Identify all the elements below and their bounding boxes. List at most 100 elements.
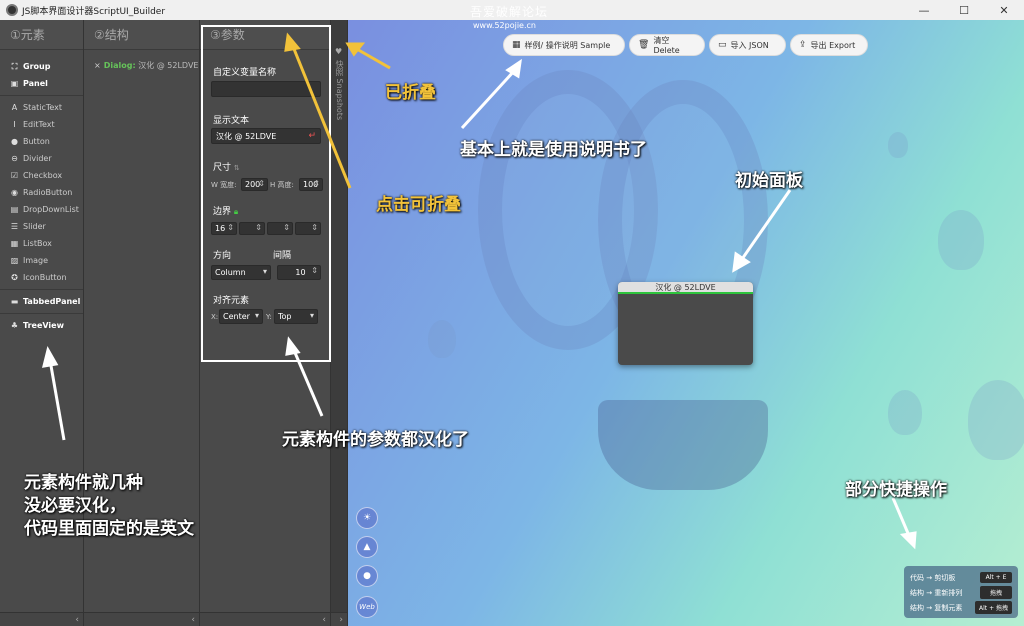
var-name-input[interactable] — [211, 81, 321, 97]
element-iconbutton[interactable]: ✪ IconButton — [0, 269, 83, 286]
chevron-right-icon[interactable]: › — [339, 615, 343, 625]
tutorial-button[interactable]: ▲ — [356, 536, 378, 558]
import-label: 导入 JSON — [730, 40, 769, 50]
shortcut-row: 代码 → 剪切板 Alt + E — [910, 570, 1012, 585]
annotation-manual: 基本上就是使用说明书了 — [460, 140, 647, 160]
snapshots-title[interactable]: 快照 Snapshots — [334, 60, 345, 120]
tree-item-name: 汉化 @ 52LDVE — [138, 61, 199, 70]
tree-item-kind: Dialog: — [103, 61, 136, 70]
element-panel[interactable]: ▣ Panel — [0, 75, 83, 92]
github-button[interactable]: ● — [356, 565, 378, 587]
border-bottom-input[interactable] — [267, 222, 293, 235]
divider — [0, 289, 83, 290]
shortcut-label: 结构 → 复制元素 — [910, 603, 963, 612]
params-pane-footer[interactable]: ‹ — [200, 612, 330, 626]
site-title: 吾爱破解论坛 — [470, 5, 549, 19]
listbox-icon: ▦ — [10, 239, 19, 248]
elements-pane-footer[interactable]: ‹ — [0, 612, 83, 626]
import-button[interactable]: ▭ 导入 JSON — [709, 34, 786, 56]
chevron-left-icon[interactable]: ‹ — [322, 615, 326, 625]
element-group[interactable]: ⛶ Group — [0, 58, 83, 75]
element-slider[interactable]: ☰ Slider — [0, 218, 83, 235]
element-label: RadioButton — [23, 188, 73, 197]
display-text-label: 显示文本 — [213, 116, 250, 126]
shortcut-key: 拖拽 — [980, 586, 1012, 599]
element-statictext[interactable]: A StaticText — [0, 99, 83, 116]
delete-label: 清空 Delete — [653, 36, 680, 55]
enter-icon: ↵ — [308, 131, 316, 141]
border-left-input[interactable] — [295, 222, 321, 235]
direction-select[interactable]: Column — [211, 265, 271, 280]
maximize-button[interactable]: ☐ — [944, 0, 984, 20]
element-tabbedpanel[interactable]: ▬ TabbedPanel — [0, 293, 83, 310]
group-icon: ⛶ — [11, 61, 18, 71]
spacing-input[interactable]: 10 — [277, 265, 321, 280]
radio-icon: ◉ — [11, 188, 18, 197]
border-right-input[interactable] — [239, 222, 265, 235]
annotation-shortcuts: 部分快捷操作 — [845, 480, 947, 500]
iconbutton-icon: ✪ — [11, 273, 18, 282]
divider-icon: ⊖ — [11, 154, 18, 163]
element-label: StaticText — [23, 103, 63, 112]
height-input[interactable]: 100 — [299, 178, 323, 191]
shortcut-label: 代码 → 剪切板 — [910, 573, 956, 582]
dialog-preview[interactable]: 汉化 @ 52LDVE — [618, 282, 753, 365]
element-image[interactable]: ▨ Image — [0, 252, 83, 269]
element-edittext[interactable]: I EditText — [0, 116, 83, 133]
element-label: DropDownList — [23, 205, 79, 214]
element-dropdownlist[interactable]: ▤ DropDownList — [0, 201, 83, 218]
shortcuts-panel: 代码 → 剪切板 Alt + E 结构 → 重新排列 拖拽 结构 → 复制元素 Alt… — [904, 566, 1018, 618]
border-label: 边界 🔒︎ — [213, 207, 239, 217]
element-listbox[interactable]: ▦ ListBox — [0, 235, 83, 252]
display-text-value: 汉化 @ 52LDVE — [216, 131, 277, 141]
element-label: Divider — [23, 154, 52, 163]
background-balloon — [968, 380, 1024, 460]
align-y-select[interactable]: Top — [274, 309, 318, 324]
lock-icon: 🔒︎ — [233, 207, 239, 216]
export-button[interactable]: ⇪ 导出 Export — [790, 34, 868, 56]
shortcut-row: 结构 → 复制元素 Alt + 拖拽 — [910, 600, 1012, 615]
window-controls: — ☐ ✕ — [904, 0, 1024, 20]
elements-pane-title[interactable]: ①元素 — [0, 20, 83, 50]
close-icon[interactable]: × — [94, 61, 101, 70]
lightbulb-button[interactable]: ☀ — [356, 507, 378, 529]
direction-label: 方向 — [213, 251, 232, 261]
snapshots-pane-footer[interactable]: › — [331, 612, 347, 626]
element-checkbox[interactable]: ☑ Checkbox — [0, 167, 83, 184]
note-line: 元素构件就几种 — [24, 473, 143, 493]
tree-item-dialog[interactable]: × Dialog: 汉化 @ 52LDVE — [84, 50, 199, 71]
divider — [0, 313, 83, 314]
note-line: 代码里面固定的是英文 — [24, 519, 194, 539]
var-name-label: 自定义变量名称 — [213, 68, 277, 78]
border-top-input[interactable]: 16 — [211, 222, 237, 235]
web-button[interactable]: Web — [356, 596, 378, 618]
annotation-initial-panel: 初始面板 — [735, 171, 803, 191]
display-text-input[interactable]: 汉化 @ 52LDVE ↵ — [211, 128, 321, 144]
image-icon: ▨ — [10, 256, 19, 265]
element-label: TabbedPanel — [23, 297, 81, 306]
element-radiobutton[interactable]: ◉ RadioButton — [0, 184, 83, 201]
snapshots-pane[interactable]: ♥ 快照 Snapshots › — [331, 20, 348, 626]
chevron-left-icon[interactable]: ‹ — [75, 615, 79, 625]
element-button[interactable]: ● Button — [0, 133, 83, 150]
elements-list: ⛶ Group ▣ Panel A StaticText I EditText ● But… — [0, 50, 83, 334]
structure-pane-footer[interactable]: ‹ — [84, 612, 199, 626]
chevron-left-icon[interactable]: ‹ — [191, 615, 195, 625]
element-divider[interactable]: ⊖ Divider — [0, 150, 83, 167]
structure-pane-title[interactable]: ②结构 — [84, 20, 199, 50]
height-label: H 高度: — [270, 181, 294, 189]
close-button[interactable]: ✕ — [984, 0, 1024, 20]
element-label: EditText — [23, 120, 55, 129]
shortcut-row: 结构 → 重新排列 拖拽 — [910, 585, 1012, 600]
element-treeview[interactable]: ♣ TreeView — [0, 317, 83, 334]
delete-button[interactable]: 🗑︎ 清空 Delete — [629, 34, 705, 56]
graduation-cap-icon: ▲ — [363, 542, 371, 552]
app-icon — [6, 4, 18, 16]
align-x-select[interactable]: Center — [219, 309, 263, 324]
element-label: Group — [23, 62, 51, 71]
width-input[interactable]: 200 — [241, 178, 268, 191]
site-url: www.52pojie.cn — [473, 21, 536, 30]
divider — [0, 95, 83, 96]
minimize-button[interactable]: — — [904, 0, 944, 20]
sample-button[interactable]: ▦ 样例/ 操作说明 Sample — [503, 34, 625, 56]
